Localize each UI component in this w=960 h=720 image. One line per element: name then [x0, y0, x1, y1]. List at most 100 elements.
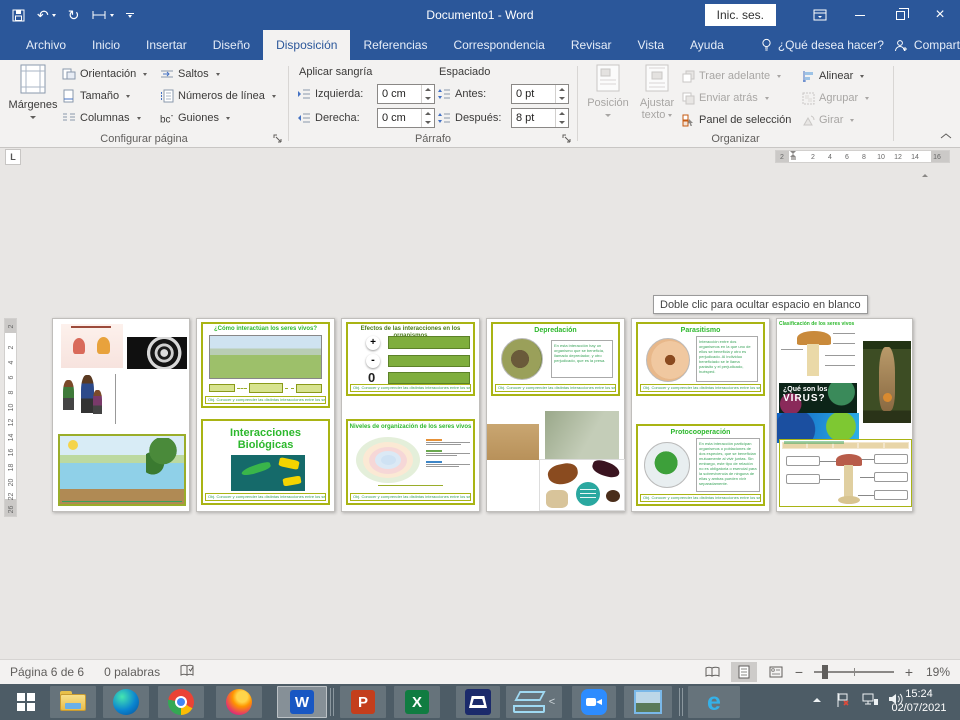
save-button[interactable] — [12, 9, 25, 22]
taskbar-scan-app[interactable] — [456, 686, 500, 718]
print-layout-button[interactable] — [731, 662, 757, 682]
page-setup-dialog-launcher[interactable] — [272, 132, 284, 144]
zoom-out-button[interactable]: − — [792, 664, 806, 680]
page-thumbnail-5[interactable]: Parasitismo Interacción entre dos organi… — [631, 318, 770, 512]
tick-image — [606, 490, 620, 502]
tab-ayuda[interactable]: Ayuda — [677, 30, 737, 60]
redo-button[interactable]: ↻ — [68, 8, 80, 22]
taskbar-zoom[interactable] — [572, 686, 616, 718]
lightbulb-icon — [761, 38, 772, 52]
selection-pane-button[interactable]: Panel de selección — [682, 110, 791, 130]
orientation-button[interactable]: Orientación — [62, 64, 147, 84]
tab-disposicion[interactable]: Disposición — [263, 30, 350, 60]
taskbar-edge[interactable] — [103, 686, 149, 718]
tray-security-flag-button[interactable] — [836, 692, 850, 711]
titlebar-controls: Inic. ses. × — [705, 0, 960, 30]
bring-forward-button[interactable]: Traer adelante — [682, 66, 781, 86]
taskbar-photos[interactable] — [624, 686, 672, 718]
tab-inicio[interactable]: Inicio — [79, 30, 133, 60]
spinner-arrows[interactable] — [555, 85, 568, 103]
line-numbers-button[interactable]: Números de línea — [160, 86, 276, 106]
columns-button[interactable]: Columnas — [62, 108, 141, 128]
close-button[interactable]: × — [920, 0, 960, 30]
size-button[interactable]: Tamaño — [62, 86, 130, 106]
zoom-level[interactable]: 19% — [916, 665, 960, 679]
page-thumbnail-4[interactable]: Depredación En esta interacción hay un o… — [486, 318, 625, 512]
tray-show-hidden-button[interactable] — [812, 692, 822, 707]
indent-left-input[interactable]: 0 cm — [377, 84, 435, 104]
taskbar-firefox[interactable] — [216, 686, 262, 718]
tab-vista[interactable]: Vista — [625, 30, 677, 60]
ribbon-tab-bar: Archivo Inicio Insertar Diseño Disposici… — [0, 30, 960, 60]
spinner-arrows[interactable] — [555, 109, 568, 127]
firefox-icon — [226, 689, 252, 715]
tab-diseno[interactable]: Diseño — [200, 30, 263, 60]
zoom-slider-thumb[interactable] — [822, 665, 828, 679]
tell-me-box[interactable]: ¿Qué desea hacer? — [751, 30, 894, 60]
tab-stop-selector[interactable]: L — [5, 149, 21, 165]
position-button[interactable]: Posición — [586, 64, 630, 121]
breaks-button[interactable]: Saltos — [160, 64, 220, 84]
parasitism-photo — [646, 338, 690, 382]
margins-button[interactable]: Márgenes — [8, 64, 58, 123]
right-indent-marker[interactable] — [922, 157, 928, 175]
restore-button[interactable] — [880, 0, 920, 30]
taskbar-chrome[interactable] — [158, 686, 204, 718]
undo-button[interactable]: ↶ — [37, 8, 56, 22]
ribbon-display-options-button[interactable] — [800, 0, 840, 30]
tab-correspondencia[interactable]: Correspondencia — [440, 30, 557, 60]
proofing-status[interactable] — [170, 664, 205, 680]
classification-title: Clasificación de los seres vivos — [779, 321, 859, 327]
zoom-in-button[interactable]: + — [902, 664, 916, 680]
page-thumbnail-2[interactable]: ¿Cómo interactúan los seres vivos? Obj. … — [196, 318, 335, 512]
taskbar-clock[interactable]: 15:24 02/07/2021 — [884, 687, 954, 715]
tab-archivo[interactable]: Archivo — [13, 30, 79, 60]
align-button[interactable]: Alinear — [802, 66, 864, 86]
zoom-slider[interactable] — [814, 671, 894, 673]
web-layout-button[interactable] — [763, 662, 789, 682]
taskbar-scanner[interactable]: < — [506, 686, 562, 718]
spinner-arrows[interactable] — [421, 109, 434, 127]
turkeys-photo — [487, 424, 539, 460]
taskbar-powerpoint[interactable]: P — [340, 686, 386, 718]
minimize-button[interactable] — [840, 0, 880, 30]
customize-qat-button[interactable] — [126, 13, 134, 18]
page-indicator[interactable]: Página 6 de 6 — [0, 665, 94, 679]
tab-revisar[interactable]: Revisar — [558, 30, 625, 60]
share-button[interactable]: Compartir — [894, 30, 960, 60]
wrap-text-button[interactable]: Ajustartexto — [634, 64, 680, 121]
sign-in-button[interactable]: Inic. ses. — [705, 4, 776, 26]
touch-mouse-mode-button[interactable] — [91, 9, 114, 21]
tab-insertar[interactable]: Insertar — [133, 30, 200, 60]
spacing-before-input[interactable]: 0 pt — [511, 84, 569, 104]
page-thumbnail-6[interactable]: Clasificación de los seres vivos ¿Qué so… — [776, 318, 913, 512]
tray-network-button[interactable] — [862, 692, 879, 710]
taskbar-excel[interactable]: X — [394, 686, 440, 718]
paragraph-dialog-launcher[interactable] — [561, 132, 573, 144]
read-mode-button[interactable] — [699, 662, 725, 682]
spacing-after-input[interactable]: 8 pt — [511, 108, 569, 128]
meadow-image — [209, 335, 322, 379]
hyphenation-button[interactable]: bc- Guiones — [160, 108, 230, 128]
status-bar: Página 6 de 6 0 palabras − + 19% — [0, 659, 960, 684]
collapse-ribbon-button[interactable] — [940, 128, 952, 143]
taskbar-file-explorer[interactable] — [50, 686, 96, 718]
indent-right-input[interactable]: 0 cm — [377, 108, 435, 128]
taskbar-internet-explorer[interactable]: e — [688, 686, 740, 718]
indent-marker[interactable] — [790, 151, 796, 160]
horizontal-ruler[interactable]: 2 2 4 6 8 10 12 14 16 — [775, 150, 950, 163]
spacing-header: Espaciado — [439, 66, 490, 78]
taskbar-word[interactable]: W — [277, 686, 327, 718]
start-button[interactable] — [6, 686, 46, 718]
vertical-ruler[interactable]: 2 2 4 6 8 10 12 14 16 18 20 22 26 — [4, 318, 17, 517]
send-backward-button[interactable]: Enviar atrás — [682, 88, 769, 108]
page-thumbnail-1[interactable] — [52, 318, 190, 512]
slide-como-interactuan: ¿Cómo interactúan los seres vivos? Obj. … — [201, 322, 330, 408]
rotate-button[interactable]: Girar — [802, 110, 854, 130]
spinner-arrows[interactable] — [421, 85, 434, 103]
group-button[interactable]: Agrupar — [802, 88, 869, 108]
page-thumbnail-3[interactable]: Efectos de las interacciones en los orga… — [341, 318, 480, 512]
word-count[interactable]: 0 palabras — [94, 665, 170, 679]
mushroom-diagram — [779, 329, 857, 381]
tab-referencias[interactable]: Referencias — [350, 30, 440, 60]
